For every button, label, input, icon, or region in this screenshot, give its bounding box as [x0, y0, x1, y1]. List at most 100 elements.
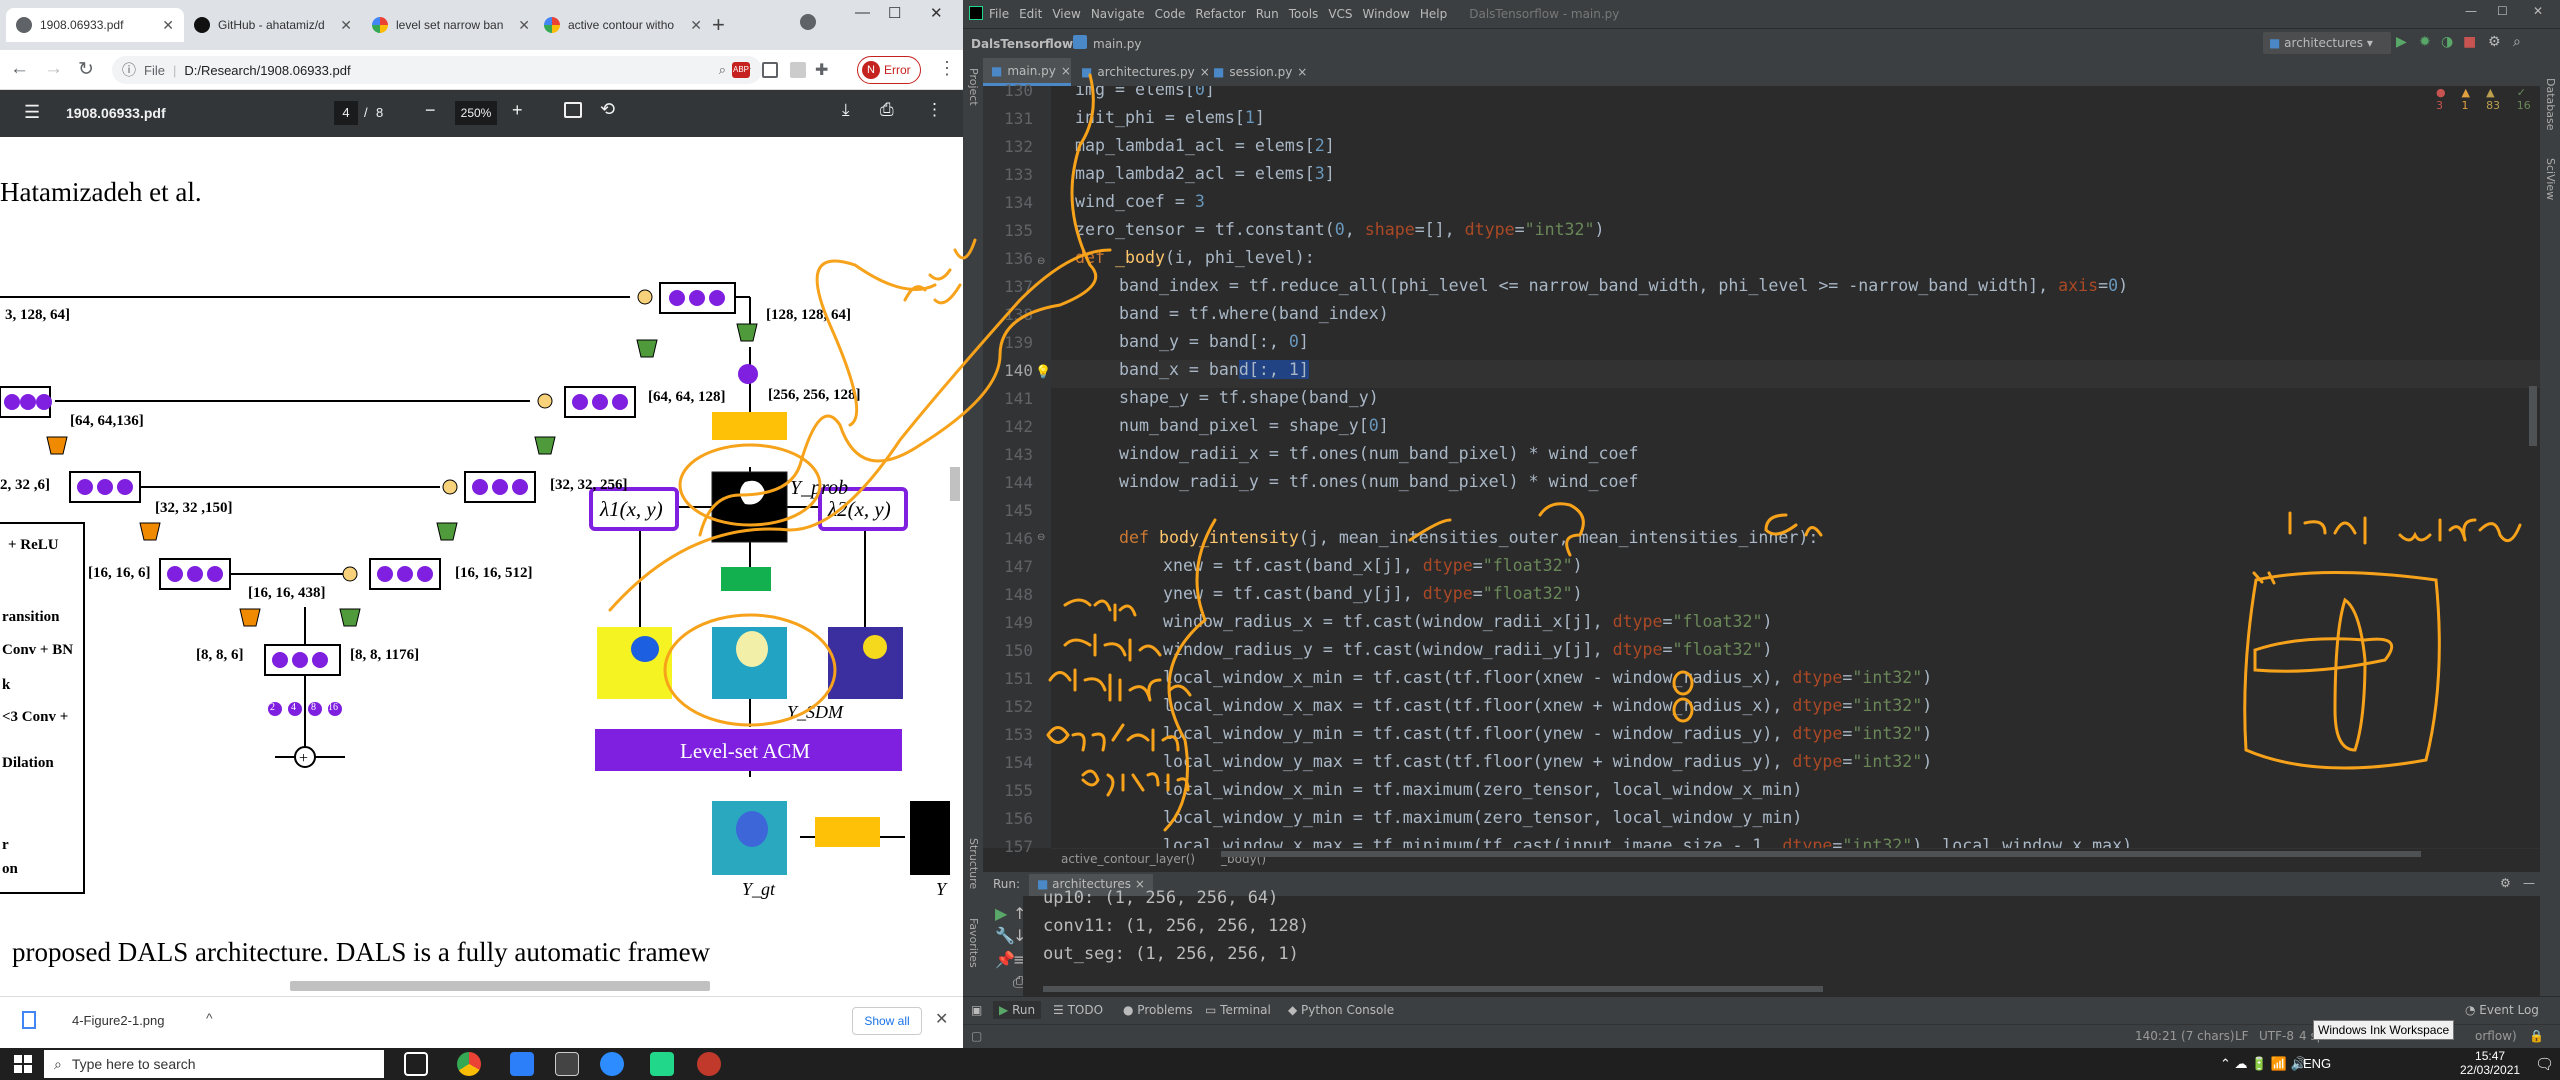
debug-icon[interactable]: ✹	[2419, 34, 2431, 50]
inspection-widget[interactable]: ● 3 ▲ 1 ▲ 83 ✓ 16	[2436, 86, 2540, 112]
pdf-page[interactable]: Hatamizadeh et al. + 3, 128, 64] [128, 1…	[0, 137, 963, 996]
extension-icon[interactable]	[790, 62, 806, 78]
menu-run[interactable]: Run	[1256, 7, 1279, 21]
code-editor[interactable]: img = elems[0] init_phi = elems[1] map_l…	[1051, 86, 2540, 848]
new-tab-button[interactable]: +	[712, 12, 725, 38]
chrome-icon[interactable]	[457, 1052, 481, 1076]
fold-icon[interactable]: ⊖	[1037, 532, 1045, 543]
tab-session-py[interactable]: ■ session.py ×	[1205, 58, 1313, 86]
adblock-icon[interactable]: ABP	[732, 62, 750, 78]
rotate-icon[interactable]: ⟲	[600, 99, 615, 120]
extension-icon[interactable]	[762, 62, 778, 78]
structure-tool-tab[interactable]: Structure	[967, 838, 980, 889]
zoom-in-icon[interactable]: +	[512, 100, 523, 121]
lock-icon[interactable]: 🔒	[2529, 1029, 2544, 1043]
menu-window[interactable]: Window	[1363, 7, 1410, 21]
app-icon[interactable]	[697, 1052, 721, 1076]
minimize-button[interactable]: —	[855, 4, 870, 21]
terminal-tool-button[interactable]: ▭ Terminal	[1205, 1003, 1271, 1017]
profile-error-button[interactable]: N Error	[857, 56, 921, 84]
show-all-button[interactable]: Show all	[852, 1007, 922, 1035]
tab-architectures-py[interactable]: ■ architectures.py ×	[1073, 58, 1210, 86]
close-icon[interactable]: ✕	[518, 17, 530, 34]
language-indicator[interactable]: ENG	[2303, 1056, 2331, 1071]
tab-github[interactable]: GitHub - ahatamiz/d ✕	[184, 8, 362, 42]
download-icon[interactable]: ⤓	[842, 100, 850, 120]
line-separator[interactable]: LF	[2235, 1029, 2249, 1043]
menu-refactor[interactable]: Refactor	[1195, 7, 1245, 21]
pycharm-icon[interactable]	[650, 1052, 674, 1076]
tab-google-1[interactable]: level set narrow ban ✕	[362, 8, 540, 42]
more-icon[interactable]: ⋮	[926, 100, 943, 120]
zoom-app-icon[interactable]	[600, 1052, 624, 1076]
run-tool-button[interactable]: ▶ Run	[993, 1001, 1042, 1019]
interpreter[interactable]: orflow)	[2475, 1029, 2517, 1043]
fit-page-icon[interactable]	[564, 102, 582, 118]
chevron-up-icon[interactable]: ^	[206, 1010, 213, 1026]
menu-file[interactable]: File	[989, 7, 1009, 21]
todo-tool-button[interactable]: ☰ TODO	[1053, 1003, 1103, 1017]
coverage-icon[interactable]: ◑	[2441, 34, 2453, 50]
close-window-button[interactable]: ✕	[2533, 4, 2543, 18]
problems-tool-button[interactable]: ● Problems	[1123, 1003, 1193, 1017]
horizontal-scrollbar[interactable]	[1043, 986, 1823, 992]
close-icon[interactable]: ✕	[162, 17, 174, 34]
stop-icon[interactable]: ■	[2463, 34, 2476, 50]
hamburger-icon[interactable]: ☰	[24, 102, 40, 123]
file-crumb[interactable]: main.py	[1093, 37, 1142, 51]
notification-icon[interactable]: 🗨	[2535, 1055, 2554, 1073]
tray-icons[interactable]: ⌃ ☁ 🔋 📶 🔊	[2220, 1056, 2307, 1072]
menu-tools[interactable]: Tools	[1289, 7, 1319, 21]
horizontal-scrollbar[interactable]	[290, 981, 710, 991]
menu-vcs[interactable]: VCS	[1328, 7, 1352, 21]
close-icon[interactable]: ✕	[935, 1009, 948, 1029]
hide-icon[interactable]: —	[2523, 876, 2535, 890]
tab-search-icon[interactable]	[800, 14, 816, 30]
zoom-out-icon[interactable]: −	[425, 100, 436, 121]
terminal-icon[interactable]	[555, 1052, 579, 1076]
fold-icon[interactable]: ⊖	[1037, 256, 1045, 267]
minimize-button[interactable]: —	[2465, 4, 2477, 18]
close-icon[interactable]: ×	[1297, 65, 1307, 79]
editor-scrollbar[interactable]	[2529, 386, 2537, 446]
run-console[interactable]: up10: (1, 256, 256, 64) conv11: (1, 256,…	[1023, 888, 2540, 996]
menu-icon[interactable]: ⋮	[938, 58, 956, 79]
menu-navigate[interactable]: Navigate	[1091, 7, 1145, 21]
close-icon[interactable]: ✕	[690, 17, 702, 34]
line-gutter[interactable]: 130 131 132 133 134 135 136 137 138 139 …	[983, 81, 1051, 856]
clock[interactable]: 15:47 22/03/2021	[2460, 1049, 2520, 1077]
close-icon[interactable]: ×	[1061, 64, 1071, 78]
status-icon[interactable]: ▢	[971, 1029, 982, 1043]
zoom-input[interactable]: 250%	[455, 101, 497, 125]
puzzle-icon[interactable]: ✚	[815, 60, 828, 80]
close-window-button[interactable]: ✕	[930, 4, 943, 22]
maximize-button[interactable]: ☐	[2497, 4, 2508, 18]
pin-icon[interactable]: 📌	[995, 950, 1015, 969]
event-log-button[interactable]: ◔ Event Log	[2465, 1003, 2539, 1017]
sciview-tool-tab[interactable]: SciView	[2544, 158, 2557, 200]
wrench-icon[interactable]: 🔧	[995, 926, 1015, 945]
favorites-tool-tab[interactable]: Favorites	[967, 918, 980, 968]
project-tool-tab[interactable]: Project	[967, 68, 980, 106]
caret-position[interactable]: 140:21 (7 chars)	[2135, 1029, 2235, 1043]
task-view-icon[interactable]	[404, 1052, 428, 1076]
run-icon[interactable]: ▶	[2396, 34, 2407, 50]
zoom-icon[interactable]: ⌕	[719, 62, 726, 78]
database-tool-tab[interactable]: Database	[2544, 78, 2557, 131]
back-icon[interactable]: ←	[10, 58, 29, 80]
address-bar[interactable]: ⓘ File | D:/Research/1908.06933.pdf ⌕ ☆	[112, 56, 762, 84]
layout-icon[interactable]: ▣	[971, 1003, 982, 1017]
breadcrumb-function[interactable]: active_contour_layer()	[1061, 852, 1195, 866]
tab-google-2[interactable]: active contour witho ✕	[534, 8, 712, 42]
info-icon[interactable]: ⓘ	[122, 60, 136, 80]
settings-icon[interactable]: ⚙	[2500, 876, 2511, 890]
vertical-scrollbar[interactable]	[950, 467, 960, 501]
page-input[interactable]: 4	[334, 101, 358, 125]
file-encoding[interactable]: UTF-8	[2259, 1029, 2294, 1043]
horizontal-scrollbar[interactable]	[1221, 851, 2421, 857]
tab-pdf[interactable]: 1908.06933.pdf ✕	[6, 8, 184, 42]
menu-edit[interactable]: Edit	[1019, 7, 1042, 21]
download-filename[interactable]: 4-Figure2-1.png	[72, 1013, 165, 1028]
settings-icon[interactable]: ⚙	[2488, 34, 2501, 50]
windows-start-icon[interactable]	[14, 1055, 32, 1073]
